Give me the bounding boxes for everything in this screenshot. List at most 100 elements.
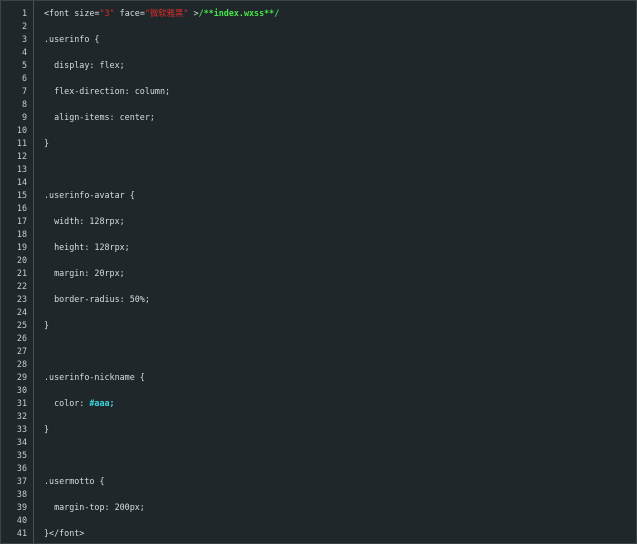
code-token: .usermotto { [44,476,105,486]
line-number: 10 [16,125,27,135]
code-line[interactable]: 12 [1,150,636,163]
code-token: .userinfo-nickname { [44,372,145,382]
code-line[interactable]: 9 align-items: center; [1,111,636,124]
code-text: .userinfo { [44,33,99,46]
code-line[interactable]: 8 [1,98,636,111]
line-number: 19 [16,242,27,252]
code-line[interactable]: 30 [1,384,636,397]
line-number: 29 [16,372,27,382]
code-token: margin: 20rpx; [44,268,125,278]
code-line[interactable]: 37 .usermotto { [1,475,636,488]
code-text: <font size="3" face="微软雅黑" >/**index.wxs… [44,7,279,20]
code-line[interactable]: 32 [1,410,636,423]
line-number: 37 [16,476,27,486]
code-line[interactable]: 17 width: 128rpx; [1,215,636,228]
code-line[interactable]: 10 [1,124,636,137]
code-line[interactable]: 36 [1,462,636,475]
code-lines: 1 <font size="3" face="微软雅黑" >/**index.wx… [1,7,636,540]
code-line[interactable]: 31 color: #aaa; [1,397,636,410]
code-line[interactable]: 22 [1,280,636,293]
line-number: 30 [16,385,27,395]
code-token: .userinfo-avatar { [44,190,135,200]
line-number: 15 [16,190,27,200]
code-text: display: flex; [44,59,125,72]
code-token: }</font> [44,528,85,538]
line-number: 11 [16,138,27,148]
code-line[interactable]: 28 [1,358,636,371]
code-text: height: 128rpx; [44,241,130,254]
line-number: 36 [16,463,27,473]
code-token: } [44,424,50,434]
code-text: color: #aaa; [44,397,115,410]
code-line[interactable]: 11} [1,137,636,150]
code-line[interactable]: 15 .userinfo-avatar { [1,189,636,202]
code-line[interactable]: 1 <font size="3" face="微软雅黑" >/**index.wx… [1,7,636,20]
line-number: 35 [16,450,27,460]
code-text: margin: 20rpx; [44,267,125,280]
line-number: 34 [16,437,27,447]
code-line[interactable]: 26 [1,332,636,345]
line-number: 24 [16,307,27,317]
code-text: margin-top: 200px; [44,501,145,514]
code-line[interactable]: 16 [1,202,636,215]
code-text: width: 128rpx; [44,215,125,228]
code-token: /**index.wxss**/ [198,8,280,18]
code-line[interactable]: 38 [1,488,636,501]
line-number: 1 [21,8,27,18]
line-number: 8 [21,99,27,109]
code-line[interactable]: 14 [1,176,636,189]
code-token: border-radius: 50%; [44,294,150,304]
line-number: 12 [16,151,27,161]
code-line[interactable]: 2 [1,20,636,33]
code-line[interactable]: 23 border-radius: 50%; [1,293,636,306]
line-number: 25 [16,320,27,330]
line-number: 28 [16,359,27,369]
code-line[interactable]: 6 [1,72,636,85]
code-text: .userinfo-avatar { [44,189,135,202]
code-line[interactable]: 29 .userinfo-nickname { [1,371,636,384]
code-line[interactable]: 4 [1,46,636,59]
code-text: .userinfo-nickname { [44,371,145,384]
code-token: "微软雅黑" [144,8,189,18]
code-line[interactable]: 3 .userinfo { [1,33,636,46]
code-line[interactable]: 21 margin: 20rpx; [1,267,636,280]
code-text: } [44,423,49,436]
code-token: <font size= [44,8,100,18]
code-editor[interactable]: 1 <font size="3" face="微软雅黑" >/**index.wx… [0,0,637,544]
code-line[interactable]: 34 [1,436,636,449]
code-line[interactable]: 19 height: 128rpx; [1,241,636,254]
line-number: 39 [16,502,27,512]
code-token: display: flex; [44,60,125,70]
line-number: 26 [16,333,27,343]
code-line[interactable]: 5 display: flex; [1,59,636,72]
line-number: 6 [21,73,27,83]
code-line[interactable]: 20 [1,254,636,267]
code-line[interactable]: 7 flex-direction: column; [1,85,636,98]
line-number: 40 [16,515,27,525]
code-line[interactable]: 40 [1,514,636,527]
line-number: 4 [21,47,27,57]
code-line[interactable]: 25} [1,319,636,332]
code-token: > [188,8,199,18]
line-number: 3 [21,34,27,44]
line-number: 14 [16,177,27,187]
line-number: 38 [16,489,27,499]
code-line[interactable]: 13 [1,163,636,176]
code-line[interactable]: 39 margin-top: 200px; [1,501,636,514]
code-line[interactable]: 24 [1,306,636,319]
code-line[interactable]: 27 [1,345,636,358]
code-line[interactable]: 35 [1,449,636,462]
code-token: margin-top: 200px; [44,502,145,512]
code-line[interactable]: 41}</font> [1,527,636,540]
code-token: "3" [99,8,115,18]
code-text: .usermotto { [44,475,105,488]
code-text: flex-direction: column; [44,85,170,98]
code-token: } [44,320,50,330]
code-line[interactable]: 33} [1,423,636,436]
code-line[interactable]: 18 [1,228,636,241]
line-number: 21 [16,268,27,278]
code-token: .userinfo { [44,34,100,44]
line-number: 16 [16,203,27,213]
line-number: 13 [16,164,27,174]
line-number: 33 [16,424,27,434]
